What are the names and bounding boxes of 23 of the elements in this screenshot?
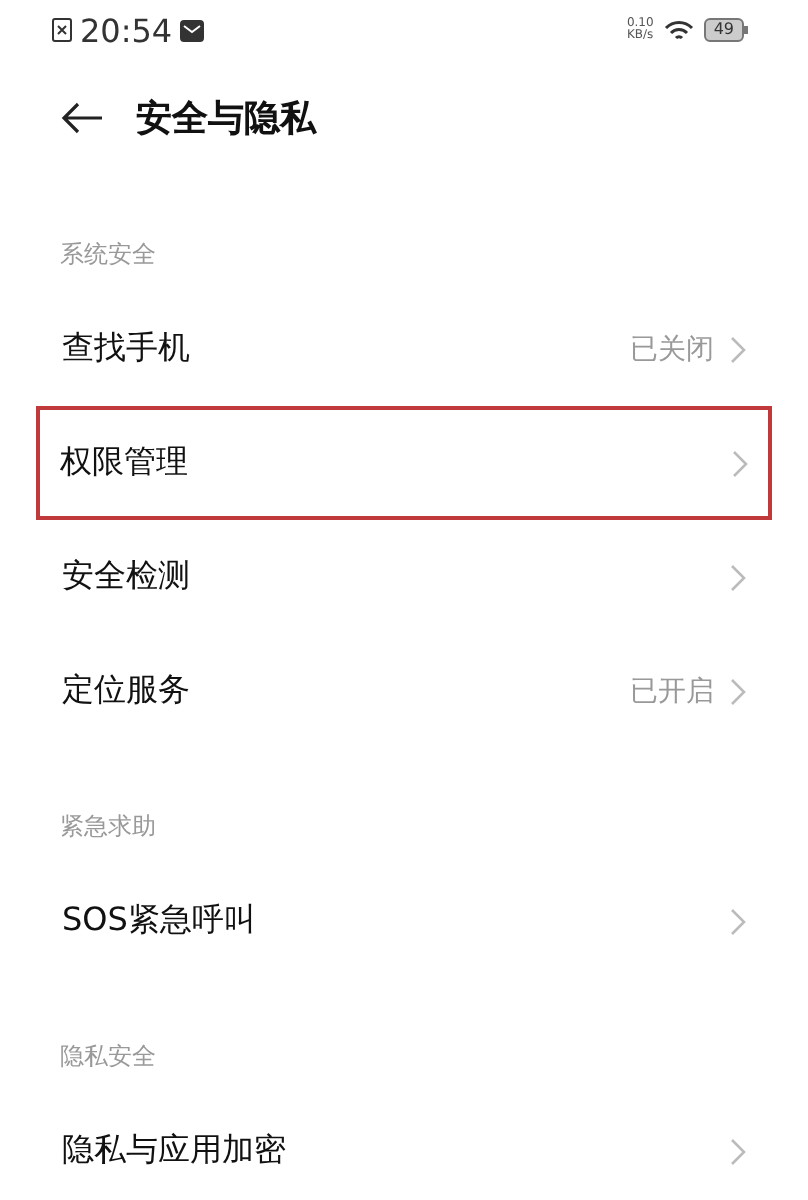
battery-icon: 49 xyxy=(703,18,748,42)
sim-icon xyxy=(52,18,72,42)
settings-item[interactable]: 隐私与应用加密 xyxy=(36,1094,772,1200)
settings-item[interactable]: SOS紧急呼叫 xyxy=(36,864,772,978)
settings-item[interactable]: 定位服务 已开启 xyxy=(36,634,772,748)
back-icon xyxy=(60,102,104,134)
chevron-right-icon xyxy=(730,563,746,591)
chevron-right-icon xyxy=(730,907,746,935)
settings-item[interactable]: 安全检测 xyxy=(36,520,772,634)
page-title: 安全与隐私 xyxy=(136,96,316,142)
back-button[interactable] xyxy=(60,102,104,134)
wifi-icon xyxy=(663,19,694,41)
chevron-right-icon xyxy=(730,677,746,705)
chevron-right-icon xyxy=(732,449,748,477)
section-title: 系统安全 xyxy=(58,238,158,272)
message-icon xyxy=(180,19,205,41)
time: 20:54 xyxy=(80,11,173,49)
section-title: 隐私安全 xyxy=(58,1040,158,1074)
chevron-right-icon xyxy=(730,1137,746,1165)
settings-item[interactable]: 查找手机 已关闭 xyxy=(36,292,772,406)
chevron-right-icon xyxy=(730,335,746,363)
settings-item[interactable]: 权限管理 xyxy=(36,406,772,520)
section-title: 紧急求助 xyxy=(58,810,158,844)
